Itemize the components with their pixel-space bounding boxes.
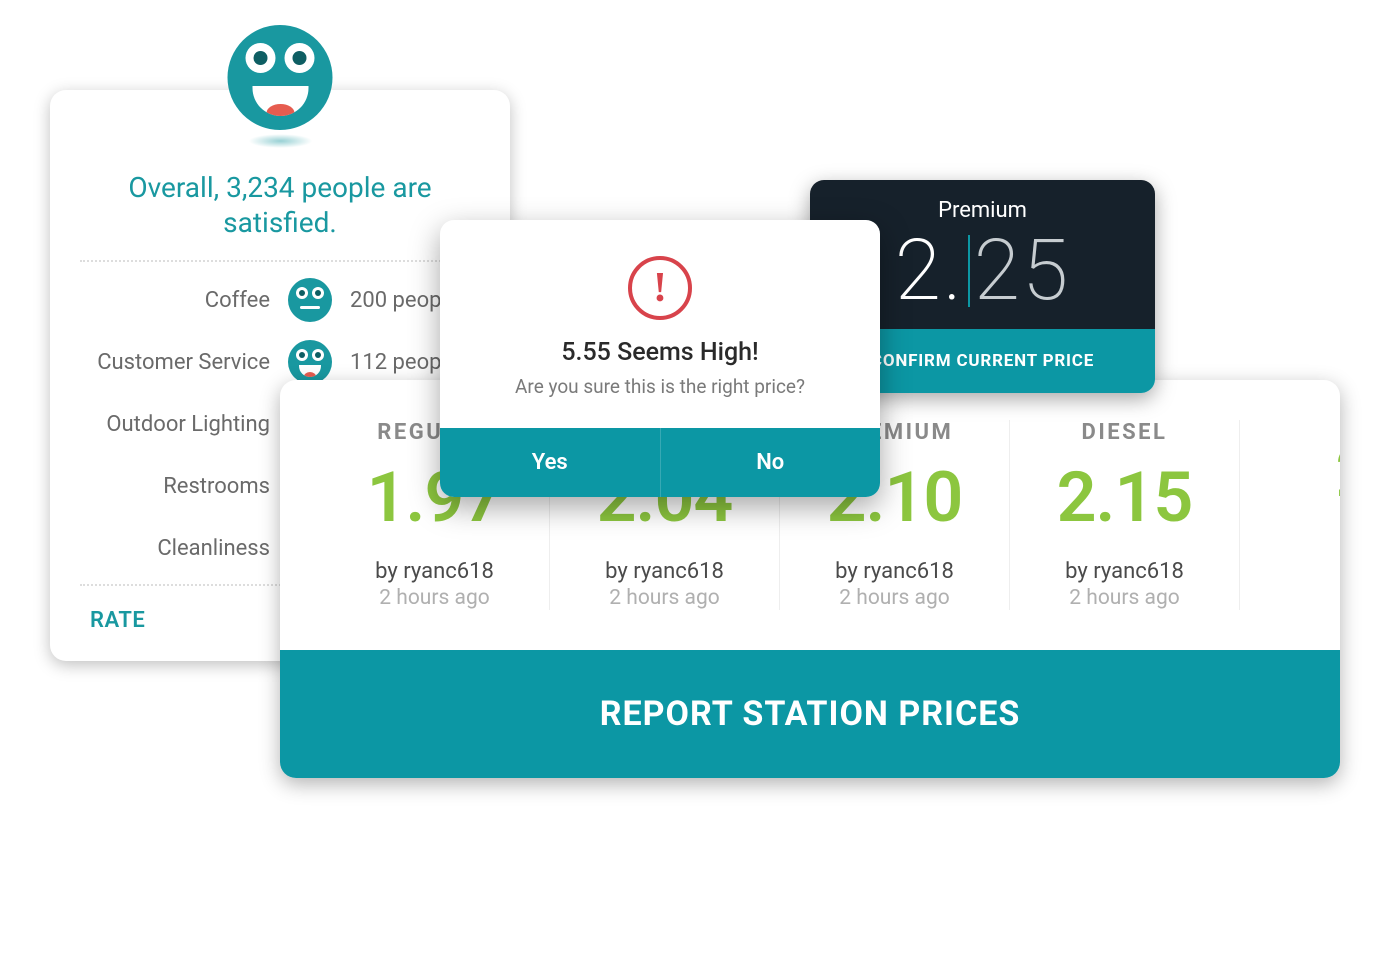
rating-label: Coffee xyxy=(80,288,270,313)
fuel-user: by ryanc618 xyxy=(790,559,999,584)
happy-face-icon xyxy=(288,340,332,384)
fuel-time: 2 hours ago xyxy=(330,586,539,610)
fuel-col-diesel[interactable]: DIESEL 2.15 by ryanc618 2 hours ago xyxy=(1010,420,1240,610)
fuel-user: by ryanc618 xyxy=(330,559,539,584)
dialog-no-button[interactable]: No xyxy=(661,428,881,497)
price-high-dialog: ! 5.55 Seems High! Are you sure this is … xyxy=(440,220,880,497)
fuel-time: 2 hours ago xyxy=(1020,586,1229,610)
alert-icon: ! xyxy=(628,256,692,320)
fuel-time: 2 hours ago xyxy=(560,586,769,610)
fuel-user: by ryanc618 xyxy=(560,559,769,584)
dialog-yes-button[interactable]: Yes xyxy=(440,428,661,497)
rating-label: Cleanliness xyxy=(80,536,270,561)
dialog-subtitle: Are you sure this is the right price? xyxy=(440,375,880,398)
happy-face-icon xyxy=(228,25,333,130)
rating-label: Customer Service xyxy=(80,350,270,375)
rating-label: Outdoor Lighting xyxy=(80,412,270,437)
price-digits-placeholder: 25 xyxy=(974,229,1070,313)
fuel-user: by ryanc618 xyxy=(1020,559,1229,584)
fuel-name: DIESEL xyxy=(1020,420,1229,445)
price-digits-entered: 2. xyxy=(895,229,964,313)
fuel-user: by xyxy=(1250,534,1340,559)
fuel-price: 2.15 xyxy=(1020,463,1229,533)
price-digits: 2. 25 xyxy=(838,229,1127,313)
fuel-price: 2 xyxy=(1250,438,1340,508)
avatar-happy-face xyxy=(228,25,333,130)
neutral-face-icon xyxy=(288,278,332,322)
dialog-buttons: Yes No xyxy=(440,428,880,497)
fuel-time: 2 hours ago xyxy=(790,586,999,610)
rating-row-coffee[interactable]: Coffee 200 people xyxy=(80,276,480,324)
rating-label: Restrooms xyxy=(80,474,270,499)
fuel-col-extra[interactable]: 2 by xyxy=(1240,420,1340,610)
rating-row-customer-service[interactable]: Customer Service 112 people xyxy=(80,338,480,386)
text-cursor-icon xyxy=(968,235,970,307)
dialog-title: 5.55 Seems High! xyxy=(440,338,880,367)
price-input-label: Premium xyxy=(838,198,1127,223)
report-prices-button[interactable]: REPORT STATION PRICES xyxy=(280,650,1340,778)
